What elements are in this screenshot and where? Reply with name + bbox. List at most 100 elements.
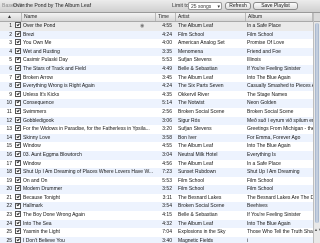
checkmark-icon	[15, 22, 21, 29]
track-checkbox[interactable]	[15, 73, 21, 83]
vertical-scrollbar[interactable]: ▲▼	[313, 13, 320, 243]
table-row[interactable]: 12 Gobbledigook 3:06 Sigur Rós Með suð í eyr…	[0, 116, 313, 126]
track-checkbox[interactable]	[15, 219, 21, 229]
checkmark-icon	[15, 176, 21, 183]
track-checkbox[interactable]	[15, 168, 21, 177]
track-checkbox[interactable]	[15, 22, 21, 31]
track-checkbox[interactable]	[15, 202, 21, 211]
track-name: Casimir Pulaski Day	[23, 57, 68, 64]
scrollbar-thumb[interactable]	[315, 23, 319, 223]
table-row[interactable]: 11 Swimmers 2:56 Broken Social Scene Broken …	[0, 108, 313, 117]
table-row[interactable]: 24 Into The Sea 4:32 The Album Leaf Into The…	[0, 219, 313, 229]
track-checkbox[interactable]	[15, 30, 21, 40]
track-time: 2:56	[162, 108, 172, 115]
track-number: 16	[6, 151, 12, 158]
track-checkbox[interactable]	[15, 185, 21, 194]
track-checkbox[interactable]	[15, 108, 21, 117]
track-checkbox[interactable]	[15, 228, 21, 237]
track-number: 7	[9, 74, 12, 81]
track-checkbox[interactable]	[15, 39, 21, 48]
track-checkbox[interactable]	[15, 211, 21, 220]
table-row[interactable]: 1 Over the Pond ◉ 4:55 The Album Leaf In a Sa…	[0, 22, 313, 31]
refresh-button[interactable]: Refresh	[225, 2, 251, 10]
track-checkbox[interactable]	[15, 176, 21, 186]
column-header-artist[interactable]: Artist	[176, 13, 246, 21]
table-row[interactable]: 3 You Own Me 4:00 American Analog Set Promis…	[0, 39, 313, 48]
limit-select[interactable]: 25 songs ▾	[188, 2, 222, 10]
track-number: 20	[6, 186, 12, 193]
track-checkbox[interactable]	[15, 56, 21, 65]
track-number: 17	[6, 160, 12, 167]
table-row[interactable]: 19 On and On 5:53 Film School Film School	[0, 176, 313, 186]
table-row[interactable]: 5 Casimir Pulaski Day 5:53 Sufjan Stevens Il…	[0, 56, 313, 65]
track-checkbox[interactable]	[15, 99, 21, 108]
track-number: 12	[6, 117, 12, 124]
column-header-name[interactable]: Name	[22, 13, 156, 21]
table-row[interactable]: 18 Shut Up I Am Dreaming of Places Where …	[0, 168, 313, 177]
table-row[interactable]: 6 The Stars of Track and Field 4:49 Belle &…	[0, 64, 313, 74]
table-row[interactable]: 17 Window 4:56 The Album Leaf In a Safe Plac…	[0, 159, 313, 169]
track-number: 11	[6, 108, 12, 115]
table-row[interactable]: 14 Skinny Love 3:58 Bon Iver For Emma, Forev…	[0, 133, 313, 143]
track-checkbox[interactable]	[15, 82, 21, 91]
track-name: The Boy Done Wrong Again	[23, 212, 85, 219]
track-time: 3:45	[162, 74, 172, 81]
track-album: Film School	[247, 186, 274, 193]
table-row[interactable]: 13 For the Widows in Paradise, for the Fa…	[0, 125, 313, 134]
track-number: 13	[6, 126, 12, 133]
table-row[interactable]: 25 I Don't Believe You 3:40 Magnetic Fields…	[0, 236, 313, 243]
checkmark-icon	[15, 108, 21, 115]
table-row[interactable]: 15 Window 4:55 The Album Leaf Into The Blue …	[0, 142, 313, 151]
checkmark-icon	[15, 56, 21, 63]
track-album: In a Safe Place	[247, 23, 281, 29]
track-time: 3:54	[162, 203, 172, 210]
track-checkbox[interactable]	[15, 237, 21, 243]
track-checkbox[interactable]	[15, 90, 21, 100]
table-row[interactable]: 7 Broken Arrow 3:45 The Album Leaf Into The …	[0, 73, 313, 83]
table-row[interactable]: 2 Brezi 4:24 Film School Film School	[0, 30, 313, 40]
table-row[interactable]: 21 Because Tonight 3:11 The Besnard Lakes Th…	[0, 194, 313, 203]
track-checkbox[interactable]	[15, 133, 21, 143]
track-name: Window	[23, 160, 41, 167]
track-number: 25	[6, 229, 12, 236]
track-checkbox[interactable]	[15, 159, 21, 169]
track-checkbox[interactable]	[15, 116, 21, 126]
table-row[interactable]: 22 Hallmark 3:54 Broken Social Scene Beehive…	[0, 202, 313, 212]
save-playlist-button[interactable]: Save Playlist	[253, 2, 298, 10]
track-time: 5:53	[162, 177, 172, 184]
track-name: Everything Wrong is Right Again	[23, 83, 95, 90]
column-header-index[interactable]: ▲	[0, 13, 22, 21]
table-row[interactable]: 10 Consequence 5:14 The Notwist Neon Golden	[0, 99, 313, 108]
track-number: 25	[6, 237, 12, 243]
table-row[interactable]: 8 Everything Wrong is Right Again 4:24 The …	[0, 82, 313, 91]
track-time: 4:56	[162, 160, 172, 167]
track-artist: The Album Leaf	[178, 143, 214, 150]
track-checkbox[interactable]	[15, 151, 21, 160]
checkmark-icon	[15, 237, 21, 243]
checkmark-icon	[15, 142, 21, 149]
track-number: 10	[6, 100, 12, 107]
checkmark-icon	[15, 73, 21, 80]
checkmark-icon	[15, 202, 21, 209]
scroll-arrows-icon[interactable]: ▲▼	[314, 226, 320, 233]
track-name: Yasmin the Light	[23, 229, 60, 236]
track-checkbox[interactable]	[15, 65, 21, 74]
column-header-time[interactable]: Time	[156, 13, 176, 21]
table-row[interactable]: 20 Modern Drummer 3:52 Film School Film Scho…	[0, 185, 313, 194]
table-row[interactable]: 16 03. Aunt Eggma Blowtorch 3:04 Neutral Mi…	[0, 150, 313, 160]
track-album: Greetings From Michigan - the Great La..…	[247, 126, 313, 133]
track-album: Neon Golden	[247, 100, 277, 107]
track-checkbox[interactable]	[15, 125, 21, 134]
track-checkbox[interactable]	[15, 194, 21, 203]
column-header-album[interactable]: Album	[246, 13, 313, 21]
track-checkbox[interactable]	[15, 47, 21, 57]
table-row[interactable]: 4 Wet and Rusting 3:35 Menomena Friend and F…	[0, 47, 313, 57]
checkmark-icon	[15, 65, 21, 72]
table-row[interactable]: 9 Unless It's Kicks 4:35 Okkervil River The …	[0, 90, 313, 100]
track-time: 7:04	[162, 229, 172, 236]
table-row[interactable]: 25 Yasmin the Light 7:04 Explosions in the …	[0, 228, 313, 237]
track-checkbox[interactable]	[15, 142, 21, 151]
track-artist: Broken Social Scene	[178, 203, 225, 210]
table-row[interactable]: 23 The Boy Done Wrong Again 4:15 Belle & Se…	[0, 211, 313, 220]
checkmark-icon	[15, 133, 21, 140]
